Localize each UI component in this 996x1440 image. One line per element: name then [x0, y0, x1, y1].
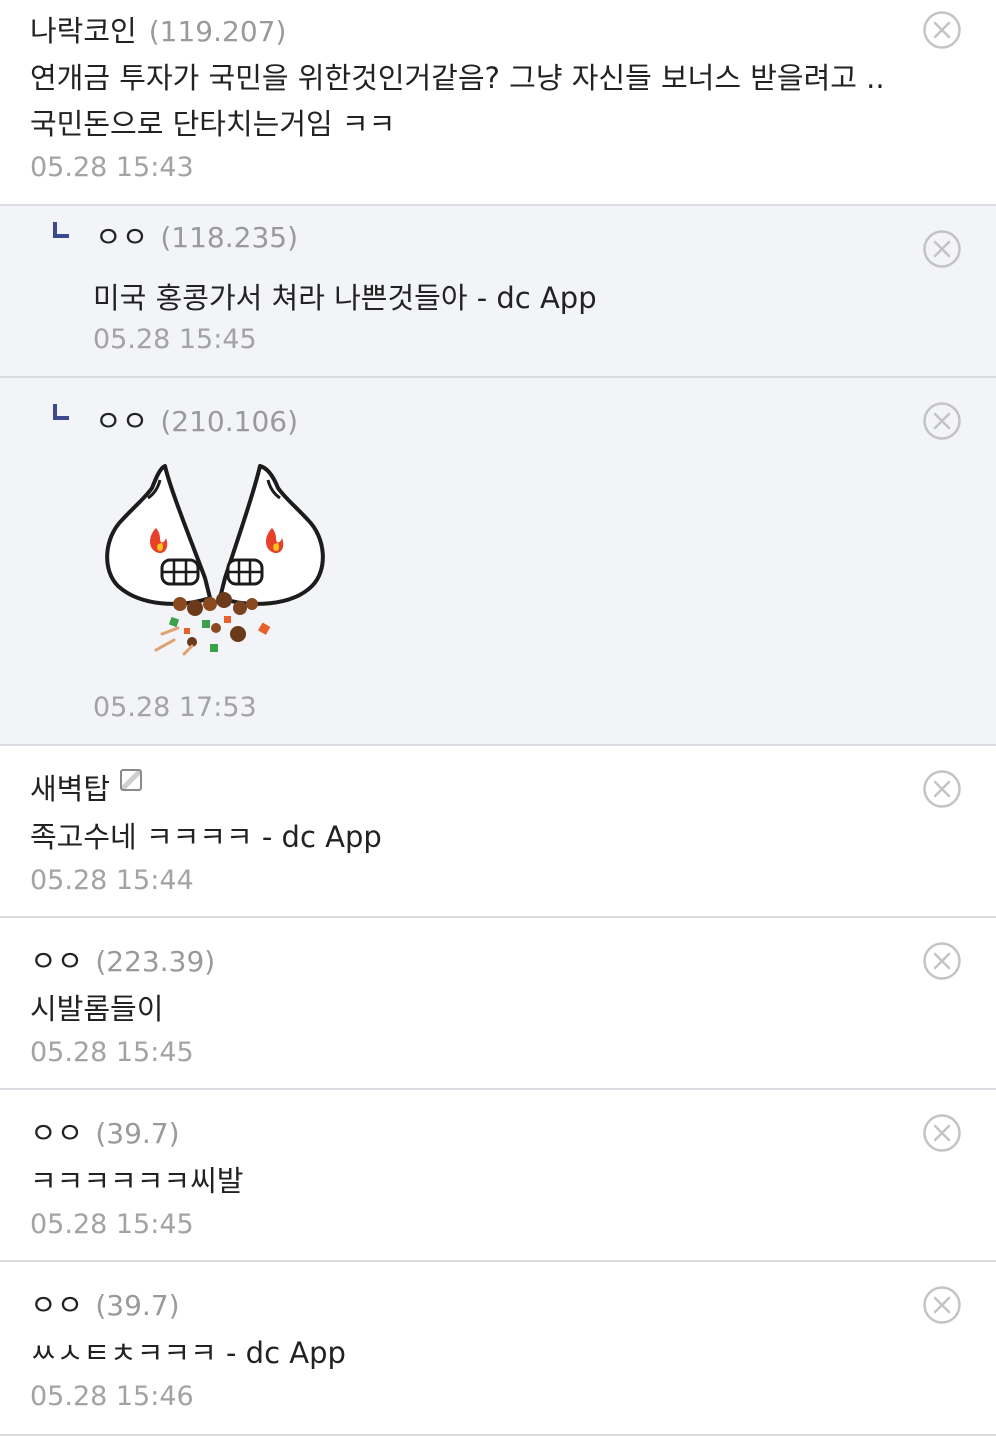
- delete-comment-button[interactable]: [922, 1113, 962, 1153]
- comment-nickname[interactable]: ㅇㅇ: [95, 398, 148, 440]
- comment-nickname[interactable]: ㅇㅇ: [30, 938, 83, 980]
- comment-nickname[interactable]: ㅇㅇ: [95, 214, 148, 256]
- comment-ip: (39.7): [95, 1117, 180, 1150]
- fixed-nick-icon: [120, 769, 143, 791]
- comment-text-line: ㅋㅋㅋㅋㅋㅋ씨발: [30, 1164, 244, 1198]
- comment-date: 05.28 15:45: [93, 324, 257, 355]
- comment-date: 05.28 15:43: [30, 152, 194, 183]
- comment-text-line: 족고수네 ㅋㅋㅋㅋ - dc App: [30, 820, 382, 854]
- reply-item: ㅇㅇ (118.235) 미국 홍콩가서 쳐라 나쁜것들아 - dc App 0…: [0, 206, 996, 378]
- comment-text-line: 연개금 투자가 국민을 위한것인거같음? 그냥 자신들 보너스 받을려고 ..: [30, 61, 885, 95]
- comment-header: 나락코인 (119.207): [30, 8, 286, 48]
- reply-arrow-icon: [53, 222, 69, 238]
- comment-ip: (119.207): [148, 15, 287, 48]
- delete-comment-button[interactable]: [922, 941, 962, 981]
- close-circle-icon: [923, 402, 961, 440]
- comment-text-line: 국민돈으로 단타치는거임 ㅋㅋ: [30, 107, 396, 141]
- comment-item: ㅇㅇ (39.7) ㅆㅅㅌㅊㅋㅋㅋ - dc App 05.28 15:46: [0, 1262, 996, 1436]
- comment-header: ㅇㅇ (210.106): [95, 398, 298, 438]
- comment-item: ㅇㅇ (39.7) ㅋㅋㅋㅋㅋㅋ씨발 05.28 15:45: [0, 1090, 996, 1262]
- comment-date: 05.28 17:53: [93, 692, 257, 723]
- delete-comment-button[interactable]: [922, 1285, 962, 1325]
- delete-comment-button[interactable]: [922, 401, 962, 441]
- reply-arrow-icon: [53, 404, 69, 420]
- close-circle-icon: [923, 230, 961, 268]
- comment-text-line: ㅆㅅㅌㅊㅋㅋㅋ - dc App: [30, 1336, 346, 1370]
- comment-date: 05.28 15:45: [30, 1209, 194, 1240]
- comment-text-line: 시발롬들이: [30, 992, 164, 1026]
- close-circle-icon: [923, 942, 961, 980]
- comment-header: ㅇㅇ (39.7): [30, 1282, 180, 1322]
- comment-item: ㅇㅇ (223.39) 시발롬들이 05.28 15:45: [0, 918, 996, 1090]
- comment-ip: (39.7): [95, 1289, 180, 1322]
- comment-nickname[interactable]: ㅇㅇ: [30, 1110, 83, 1152]
- comment-ip: (210.106): [160, 405, 299, 438]
- comment-date: 05.28 15:46: [30, 1381, 194, 1412]
- delete-comment-button[interactable]: [922, 229, 962, 269]
- comment-header: ㅇㅇ (118.235): [95, 214, 298, 254]
- comment-header: 새벽탑: [30, 766, 143, 806]
- comment-date: 05.28 15:44: [30, 865, 194, 896]
- comment-ip: (223.39): [95, 945, 216, 978]
- comment-header: ㅇㅇ (39.7): [30, 1110, 180, 1150]
- comment-item: 새벽탑 족고수네 ㅋㅋㅋㅋ - dc App 05.28 15:44: [0, 746, 996, 918]
- delete-comment-button[interactable]: [922, 769, 962, 809]
- comment-nickname[interactable]: 나락코인: [30, 8, 137, 50]
- close-circle-icon: [923, 770, 961, 808]
- comment-date: 05.28 15:45: [30, 1037, 194, 1068]
- comment-nickname[interactable]: ㅇㅇ: [30, 1282, 83, 1324]
- close-circle-icon: [923, 11, 961, 49]
- comment-item: 나락코인 (119.207) 연개금 투자가 국민을 위한것인거같음? 그냥 자…: [0, 0, 996, 206]
- comment-nickname[interactable]: 새벽탑: [30, 766, 110, 808]
- comment-ip: (118.235): [160, 221, 299, 254]
- comment-text-line: 미국 홍콩가서 쳐라 나쁜것들아 - dc App: [93, 281, 597, 315]
- angry-crying-dumpling-emoticon[interactable]: [100, 458, 332, 670]
- close-circle-icon: [923, 1286, 961, 1324]
- comment-header: ㅇㅇ (223.39): [30, 938, 215, 978]
- delete-comment-button[interactable]: [922, 10, 962, 50]
- close-circle-icon: [923, 1114, 961, 1152]
